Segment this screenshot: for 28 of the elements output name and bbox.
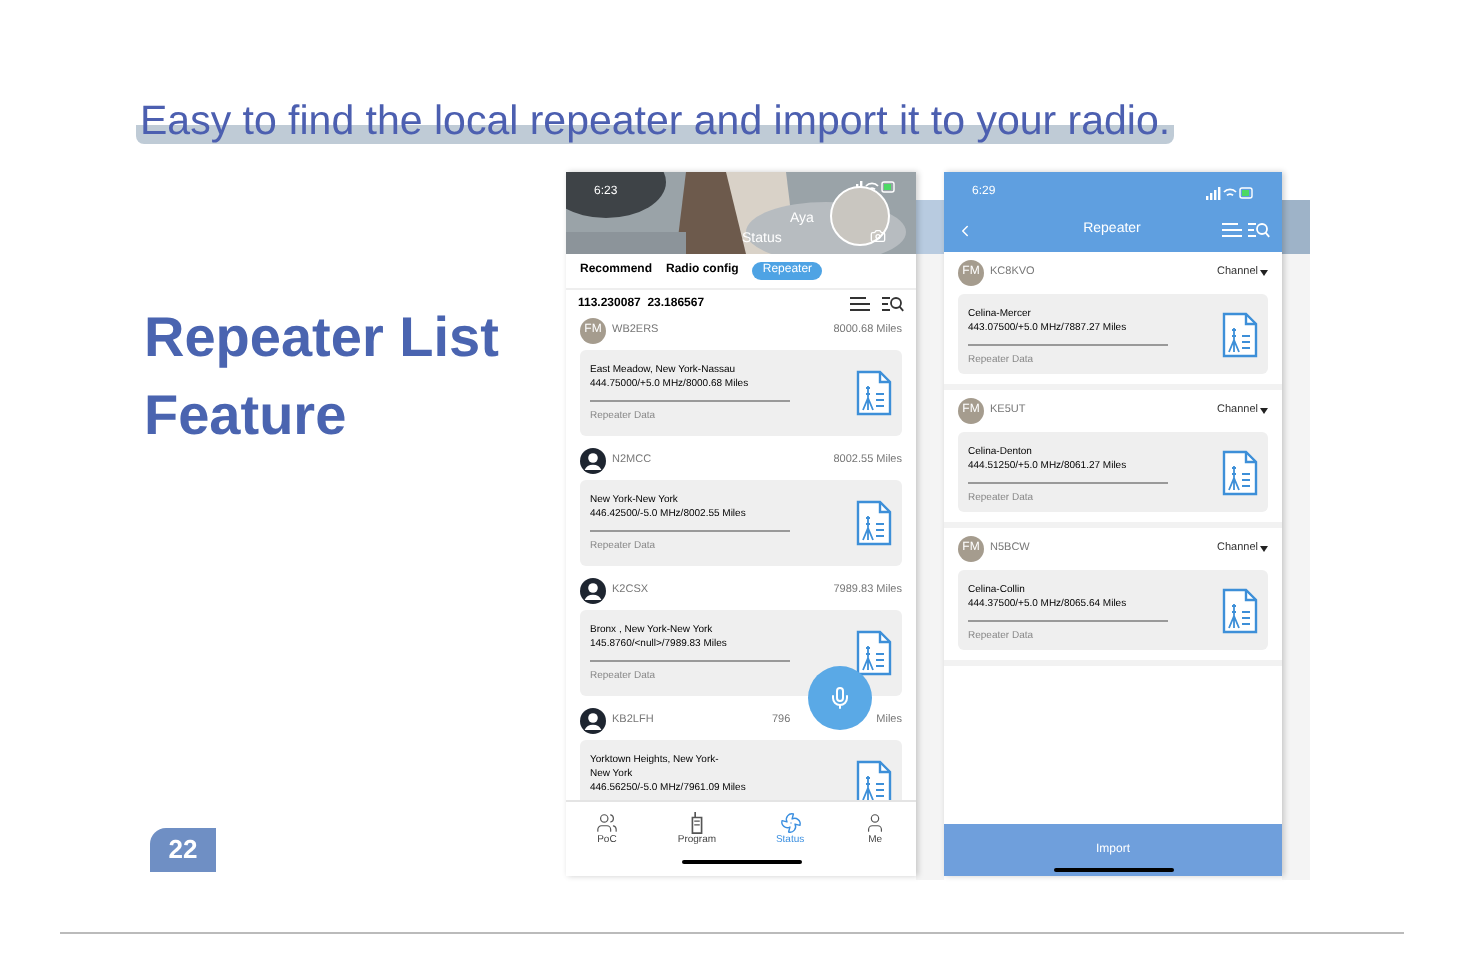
document-icon xyxy=(856,630,892,676)
camera-icon[interactable] xyxy=(870,228,886,244)
list-icon[interactable] xyxy=(850,296,870,312)
status-bar-icons-drawing xyxy=(1206,185,1254,199)
page-number: 22 xyxy=(150,828,216,872)
document-icon xyxy=(1222,449,1258,495)
headline: Easy to find the local repeater and import it to your radio. xyxy=(136,98,1175,144)
caret-icon xyxy=(1260,546,1268,552)
fan-icon xyxy=(779,812,802,835)
caret-icon xyxy=(1260,408,1268,414)
document-icon xyxy=(856,370,892,416)
person-avatar-icon xyxy=(580,578,606,604)
people-icon xyxy=(595,812,618,835)
mic-button[interactable] xyxy=(808,666,872,730)
feature-title: Feature xyxy=(144,382,349,450)
document-icon xyxy=(1222,587,1258,633)
search-icon[interactable] xyxy=(882,296,904,312)
back-icon[interactable] xyxy=(956,221,974,239)
document-icon xyxy=(856,500,892,546)
caret-icon xyxy=(1260,270,1268,276)
person-avatar-icon xyxy=(580,448,606,474)
person-icon xyxy=(864,812,887,835)
feature-title: Repeater List xyxy=(144,304,501,372)
person-avatar-icon xyxy=(580,708,606,734)
home-indicator xyxy=(1054,868,1174,872)
document-icon xyxy=(1222,311,1258,357)
home-indicator xyxy=(681,860,801,864)
mic-icon xyxy=(828,686,852,710)
